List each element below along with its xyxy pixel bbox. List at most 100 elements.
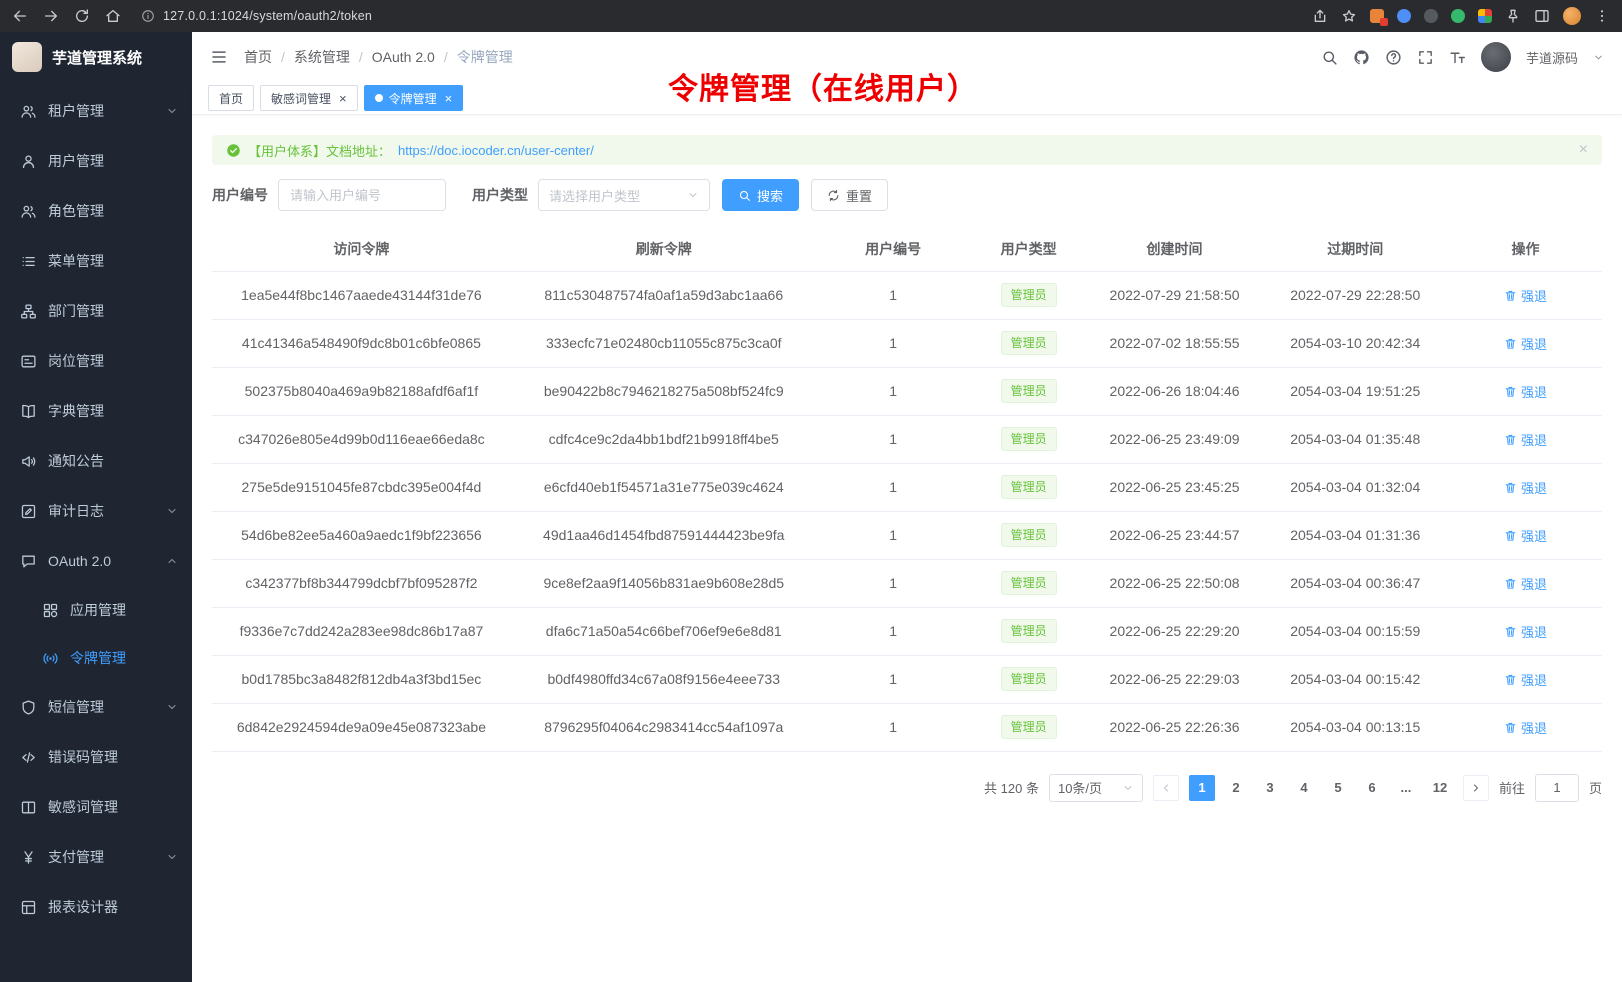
font-size-icon[interactable] <box>1449 49 1466 66</box>
cell-refresh-token: 8796295f04064c2983414cc54af1097a <box>511 703 817 751</box>
user-avatar[interactable] <box>1481 42 1511 72</box>
goto-page-input[interactable] <box>1535 774 1579 802</box>
browser-profile-avatar[interactable] <box>1563 7 1581 25</box>
user-name[interactable]: 芋道源码 <box>1526 48 1578 67</box>
page-button-1[interactable]: 1 <box>1189 775 1215 801</box>
breadcrumb-item[interactable]: OAuth 2.0 <box>372 49 435 65</box>
cell-user-id: 1 <box>817 367 970 415</box>
alert-link[interactable]: https://doc.iocoder.cn/user-center/ <box>398 143 594 158</box>
breadcrumb-item[interactable]: 系统管理 <box>294 47 350 67</box>
sidebar-item-oauth2-app[interactable]: 应用管理 <box>0 586 192 634</box>
app-icon <box>42 602 59 619</box>
page-size-select[interactable]: 10条/页 <box>1049 774 1143 802</box>
breadcrumb-item[interactable]: 首页 <box>244 47 272 67</box>
tab-0[interactable]: 首页 <box>208 85 254 111</box>
pin-extension-icon[interactable] <box>1505 8 1521 24</box>
sidebar-item-dept[interactable]: 部门管理 <box>0 286 192 336</box>
user-icon <box>20 153 37 170</box>
force-logout-button[interactable]: 强退 <box>1504 718 1547 737</box>
site-info-icon[interactable] <box>141 9 155 23</box>
side-panel-icon[interactable] <box>1534 8 1550 24</box>
sidebar-item-notice[interactable]: 通知公告 <box>0 436 192 486</box>
filter-bar: 用户编号 用户类型 请选择用户类型 搜索 重置 <box>212 179 1602 211</box>
trash-icon <box>1504 625 1517 638</box>
sidebar-item-dict[interactable]: 字典管理 <box>0 386 192 436</box>
collapse-menu-icon[interactable] <box>210 48 228 66</box>
cell-expire-time: 2054-03-04 19:51:25 <box>1261 367 1449 415</box>
extension-icon-1[interactable] <box>1370 9 1384 23</box>
sidebar-item-sms[interactable]: 短信管理 <box>0 682 192 732</box>
search-icon[interactable] <box>1321 49 1338 66</box>
sidebar-item-tenant[interactable]: 租户管理 <box>0 86 192 136</box>
force-logout-button[interactable]: 强退 <box>1504 574 1547 593</box>
browser-menu-icon[interactable] <box>1594 8 1610 24</box>
sidebar-item-audit-log[interactable]: 审计日志 <box>0 486 192 536</box>
page-ellipsis[interactable]: ... <box>1393 775 1419 801</box>
cell-access-token: 502375b8040a469a9b82188afdf6af1f <box>212 367 511 415</box>
next-page-button[interactable] <box>1463 775 1489 801</box>
back-icon[interactable] <box>12 8 28 24</box>
help-icon[interactable] <box>1385 49 1402 66</box>
reload-icon[interactable] <box>74 8 90 24</box>
tab-close-icon[interactable]: × <box>339 92 347 105</box>
search-button[interactable]: 搜索 <box>722 179 799 211</box>
page-button-3[interactable]: 3 <box>1257 775 1283 801</box>
reset-button[interactable]: 重置 <box>811 179 888 211</box>
forward-icon[interactable] <box>43 8 59 24</box>
force-logout-button[interactable]: 强退 <box>1504 334 1547 353</box>
sidebar-item-role[interactable]: 角色管理 <box>0 186 192 236</box>
sidebar-item-menu[interactable]: 菜单管理 <box>0 236 192 286</box>
force-logout-button[interactable]: 强退 <box>1504 286 1547 305</box>
page-button-2[interactable]: 2 <box>1223 775 1249 801</box>
page-button-4[interactable]: 4 <box>1291 775 1317 801</box>
browser-nav <box>12 8 121 24</box>
sidebar-item-label: 报表设计器 <box>48 897 118 917</box>
force-logout-button[interactable]: 强退 <box>1504 430 1547 449</box>
bookmark-star-icon[interactable] <box>1341 8 1357 24</box>
user-type-select[interactable]: 请选择用户类型 <box>538 179 710 211</box>
tab-1[interactable]: 敏感词管理× <box>260 85 358 111</box>
sidebar-item-oauth2-token[interactable]: 令牌管理 <box>0 634 192 682</box>
extension-icon-5[interactable] <box>1478 9 1492 23</box>
share-icon[interactable] <box>1312 8 1328 24</box>
cell-create-time: 2022-06-25 22:50:08 <box>1088 559 1262 607</box>
chevron-down-icon[interactable] <box>1593 52 1604 63</box>
github-icon[interactable] <box>1353 49 1370 66</box>
home-icon[interactable] <box>105 8 121 24</box>
breadcrumb-item[interactable]: 令牌管理 <box>457 47 513 67</box>
extension-icon-2[interactable] <box>1397 9 1411 23</box>
sidebar-item-pay[interactable]: 支付管理 <box>0 832 192 882</box>
force-logout-button[interactable]: 强退 <box>1504 670 1547 689</box>
force-logout-label: 强退 <box>1521 430 1547 449</box>
cell-refresh-token: 333ecfc71e02480cb11055c875c3ca0f <box>511 319 817 367</box>
alert-close-icon[interactable]: × <box>1579 142 1588 158</box>
page-button-5[interactable]: 5 <box>1325 775 1351 801</box>
tab-close-icon[interactable]: × <box>445 92 453 105</box>
force-logout-button[interactable]: 强退 <box>1504 478 1547 497</box>
table-row: 54d6be82ee5a460a9aedc1f9bf22365649d1aa46… <box>212 511 1602 559</box>
edit-icon <box>20 503 37 520</box>
address-bar[interactable]: 127.0.0.1:1024/system/oauth2/token <box>133 5 1300 27</box>
users-icon <box>20 103 37 120</box>
sidebar-item-report-designer[interactable]: 报表设计器 <box>0 882 192 932</box>
fullscreen-icon[interactable] <box>1417 49 1434 66</box>
force-logout-button[interactable]: 强退 <box>1504 526 1547 545</box>
force-logout-button[interactable]: 强退 <box>1504 622 1547 641</box>
app-logo[interactable]: 芋道管理系统 <box>0 32 192 82</box>
sidebar-item-oauth2[interactable]: OAuth 2.0 <box>0 536 192 586</box>
extension-icon-4[interactable] <box>1451 9 1465 23</box>
sidebar-item-post[interactable]: 岗位管理 <box>0 336 192 386</box>
prev-page-button[interactable] <box>1153 775 1179 801</box>
sidebar-item-user[interactable]: 用户管理 <box>0 136 192 186</box>
user-id-input[interactable] <box>278 179 446 211</box>
cell-access-token: c342377bf8b344799dcbf7bf095287f2 <box>212 559 511 607</box>
search-icon <box>738 189 751 202</box>
page-button-6[interactable]: 6 <box>1359 775 1385 801</box>
tab-2[interactable]: 令牌管理× <box>364 85 464 111</box>
page-button-12[interactable]: 12 <box>1427 775 1453 801</box>
sidebar-item-error-code[interactable]: 错误码管理 <box>0 732 192 782</box>
force-logout-button[interactable]: 强退 <box>1504 382 1547 401</box>
cell-actions: 强退 <box>1449 559 1602 607</box>
sidebar-item-sensitive-word[interactable]: 敏感词管理 <box>0 782 192 832</box>
extension-icon-3[interactable] <box>1424 9 1438 23</box>
